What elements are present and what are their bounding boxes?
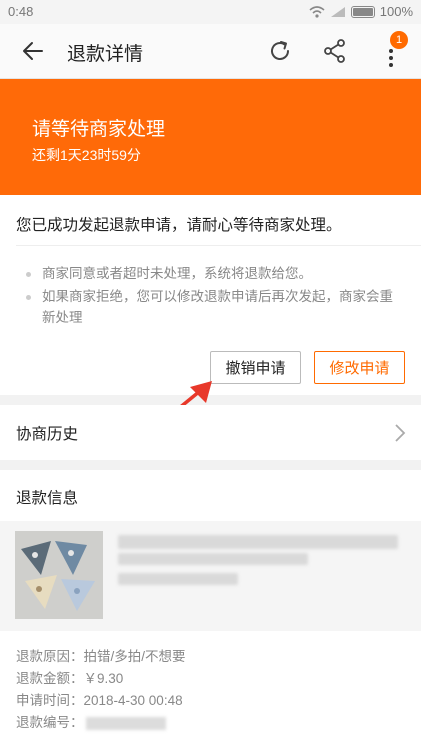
product-title-redacted	[118, 553, 308, 565]
refund-amount-value: ￥9.30	[83, 671, 124, 686]
tip-item: 如果商家拒绝，您可以修改退款申请后再次发起，商家会重新处理	[26, 286, 406, 328]
status-message: 您已成功发起退款申请，请耐心等待商家处理。	[16, 217, 342, 234]
refund-number-row: 退款编号：	[16, 712, 186, 734]
banner-title: 请等待商家处理	[32, 119, 166, 140]
app-header: 退款详情 1	[0, 24, 421, 79]
refund-info-card: 退款信息 退款原因：拍错/多拍/不想要 退款金额：￥9.30 申请时间：2018…	[0, 470, 421, 748]
status-bar: 0:48 100%	[0, 0, 421, 24]
refund-reason-value: 拍错/多拍/不想要	[83, 649, 186, 664]
chevron-right-icon	[395, 424, 406, 442]
product-title-redacted	[118, 535, 398, 549]
tip-item: 商家同意或者超时未处理，系统将退款给您。	[26, 263, 406, 284]
refund-status-card: 您已成功发起退款申请，请耐心等待商家处理。 商家同意或者超时未处理，系统将退款给…	[0, 195, 421, 395]
status-icons: 100%	[309, 4, 413, 19]
modify-request-button[interactable]: 修改申请	[314, 351, 405, 384]
refund-reason-row: 退款原因：拍错/多拍/不想要	[16, 646, 186, 668]
refund-amount-label: 退款金额：	[16, 671, 84, 686]
battery-icon	[350, 5, 375, 18]
product-thumbnail	[15, 531, 103, 619]
product-spec-redacted	[118, 573, 238, 585]
status-time: 0:48	[8, 4, 34, 19]
apply-time-row: 申请时间：2018-4-30 00:48	[16, 690, 186, 712]
refund-reason-label: 退款原因：	[16, 649, 84, 664]
refund-details: 退款原因：拍错/多拍/不想要 退款金额：￥9.30 申请时间：2018-4-30…	[16, 646, 186, 734]
negotiation-history-row[interactable]: 协商历史	[0, 405, 421, 460]
cancel-request-button[interactable]: 撤销申请	[210, 351, 301, 384]
refund-amount-row: 退款金额：￥9.30	[16, 668, 186, 690]
refund-number-label: 退款编号：	[16, 715, 84, 730]
status-banner: 请等待商家处理 还剩1天23时59分	[0, 79, 421, 195]
tips-list: 商家同意或者超时未处理，系统将退款给您。 如果商家拒绝，您可以修改退款申请后再次…	[26, 263, 406, 330]
refund-number-redacted	[85, 716, 166, 730]
page-title: 退款详情	[67, 44, 144, 65]
share-icon[interactable]	[320, 36, 350, 66]
apply-time-value: 2018-4-30 00:48	[83, 693, 183, 708]
notification-badge: 1	[390, 31, 408, 49]
product-item[interactable]	[0, 521, 421, 631]
apply-time-label: 申请时间：	[16, 693, 84, 708]
refresh-icon[interactable]	[265, 36, 295, 66]
battery-level: 100%	[379, 4, 413, 19]
signal-icon	[330, 6, 345, 17]
wifi-icon	[309, 5, 325, 18]
product-image	[15, 531, 103, 619]
back-arrow-icon[interactable]	[18, 36, 48, 66]
banner-countdown: 还剩1天23时59分	[32, 147, 141, 163]
divider	[16, 245, 421, 246]
refund-info-title: 退款信息	[16, 490, 79, 507]
history-label: 协商历史	[16, 426, 79, 443]
